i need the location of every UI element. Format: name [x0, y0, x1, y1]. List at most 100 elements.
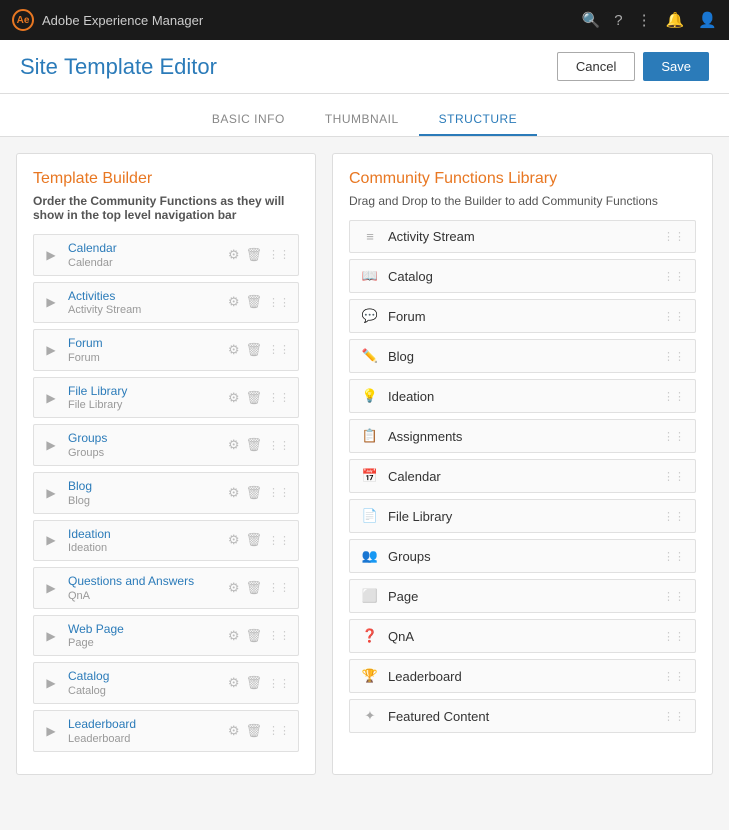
library-items-list: ≡ Activity Stream ⋮⋮ 📖 Catalog ⋮⋮ 💬 Foru…: [349, 220, 696, 733]
settings-icon[interactable]: ⚙: [228, 532, 240, 548]
library-list-item[interactable]: 📋 Assignments ⋮⋮: [349, 419, 696, 453]
settings-icon[interactable]: ⚙: [228, 342, 240, 358]
delete-icon[interactable]: 🗑: [245, 675, 262, 691]
library-list-item[interactable]: 🏆 Leaderboard ⋮⋮: [349, 659, 696, 693]
lib-drag-handle-icon[interactable]: ⋮⋮: [663, 510, 685, 523]
delete-icon[interactable]: 🗑: [245, 723, 262, 739]
settings-icon[interactable]: ⚙: [228, 485, 240, 501]
drag-handle-icon[interactable]: ⋮⋮: [268, 439, 290, 452]
builder-item-text: Ideation Ideation: [68, 527, 220, 555]
library-list-item[interactable]: ≡ Activity Stream ⋮⋮: [349, 220, 696, 253]
delete-icon[interactable]: 🗑: [245, 437, 262, 453]
apps-icon[interactable]: ⋮: [637, 11, 652, 29]
template-builder-desc: Order the Community Functions as they wi…: [33, 194, 299, 222]
settings-icon[interactable]: ⚙: [228, 437, 240, 453]
delete-icon[interactable]: 🗑: [245, 247, 262, 263]
builder-item-actions: ⚙ 🗑 ⋮⋮: [228, 580, 290, 596]
lib-item-name: Page: [388, 589, 655, 604]
lib-desc: Drag and Drop to the Builder to add Comm…: [349, 194, 696, 208]
lib-drag-handle-icon[interactable]: ⋮⋮: [663, 590, 685, 603]
lib-title: Community Functions Library: [349, 170, 696, 188]
delete-icon[interactable]: 🗑: [245, 580, 262, 596]
settings-icon[interactable]: ⚙: [228, 580, 240, 596]
builder-item-actions: ⚙ 🗑 ⋮⋮: [228, 532, 290, 548]
lib-drag-handle-icon[interactable]: ⋮⋮: [663, 550, 685, 563]
builder-list-item: ▶ Catalog Catalog ⚙ 🗑 ⋮⋮: [33, 662, 299, 704]
tab-structure[interactable]: STRUCTURE: [419, 104, 538, 136]
builder-item-text: Leaderboard Leaderboard: [68, 717, 220, 745]
settings-icon[interactable]: ⚙: [228, 247, 240, 263]
lib-item-icon: ✦: [360, 708, 380, 724]
drag-handle-icon[interactable]: ⋮⋮: [268, 724, 290, 737]
drag-handle-icon[interactable]: ⋮⋮: [268, 534, 290, 547]
lib-drag-handle-icon[interactable]: ⋮⋮: [663, 310, 685, 323]
delete-icon[interactable]: 🗑: [245, 390, 262, 406]
lib-drag-handle-icon[interactable]: ⋮⋮: [663, 270, 685, 283]
drag-handle-icon[interactable]: ⋮⋮: [268, 629, 290, 642]
drag-handle-icon[interactable]: ⋮⋮: [268, 677, 290, 690]
builder-list-item: ▶ Leaderboard Leaderboard ⚙ 🗑 ⋮⋮: [33, 710, 299, 752]
builder-item-sub: Blog: [68, 495, 220, 507]
builder-item-text: Blog Blog: [68, 479, 220, 507]
builder-list-item: ▶ Questions and Answers QnA ⚙ 🗑 ⋮⋮: [33, 567, 299, 609]
settings-icon[interactable]: ⚙: [228, 628, 240, 644]
lib-item-name: Catalog: [388, 269, 655, 284]
builder-list-item: ▶ Groups Groups ⚙ 🗑 ⋮⋮: [33, 424, 299, 466]
user-icon[interactable]: 👤: [698, 11, 717, 29]
lib-drag-handle-icon[interactable]: ⋮⋮: [663, 710, 685, 723]
page-title: Site Template Editor: [20, 54, 217, 80]
library-list-item[interactable]: 📖 Catalog ⋮⋮: [349, 259, 696, 293]
lib-drag-handle-icon[interactable]: ⋮⋮: [663, 630, 685, 643]
lib-drag-handle-icon[interactable]: ⋮⋮: [663, 470, 685, 483]
settings-icon[interactable]: ⚙: [228, 390, 240, 406]
drag-handle-icon[interactable]: ⋮⋮: [268, 343, 290, 356]
drag-handle-icon[interactable]: ⋮⋮: [268, 581, 290, 594]
builder-item-actions: ⚙ 🗑 ⋮⋮: [228, 485, 290, 501]
lib-item-icon: 👥: [360, 548, 380, 564]
library-list-item[interactable]: ✦ Featured Content ⋮⋮: [349, 699, 696, 733]
drag-handle-icon[interactable]: ⋮⋮: [268, 296, 290, 309]
delete-icon[interactable]: 🗑: [245, 342, 262, 358]
library-list-item[interactable]: 👥 Groups ⋮⋮: [349, 539, 696, 573]
library-list-item[interactable]: ❓ QnA ⋮⋮: [349, 619, 696, 653]
builder-item-text: Calendar Calendar: [68, 241, 220, 269]
lib-drag-handle-icon[interactable]: ⋮⋮: [663, 350, 685, 363]
drag-handle-icon[interactable]: ⋮⋮: [268, 391, 290, 404]
builder-item-actions: ⚙ 🗑 ⋮⋮: [228, 390, 290, 406]
settings-icon[interactable]: ⚙: [228, 294, 240, 310]
lib-drag-handle-icon[interactable]: ⋮⋮: [663, 670, 685, 683]
lib-drag-handle-icon[interactable]: ⋮⋮: [663, 430, 685, 443]
library-list-item[interactable]: 📄 File Library ⋮⋮: [349, 499, 696, 533]
lib-drag-handle-icon[interactable]: ⋮⋮: [663, 390, 685, 403]
template-builder-title: Template Builder: [33, 170, 299, 188]
help-icon[interactable]: ?: [614, 12, 622, 29]
search-icon[interactable]: 🔍: [582, 11, 601, 29]
library-list-item[interactable]: ⬜ Page ⋮⋮: [349, 579, 696, 613]
settings-icon[interactable]: ⚙: [228, 675, 240, 691]
tab-basic-info[interactable]: BASIC INFO: [192, 104, 305, 136]
library-list-item[interactable]: ✏️ Blog ⋮⋮: [349, 339, 696, 373]
builder-item-name: Ideation: [68, 527, 220, 543]
delete-icon[interactable]: 🗑: [245, 628, 262, 644]
library-list-item[interactable]: 💡 Ideation ⋮⋮: [349, 379, 696, 413]
delete-icon[interactable]: 🗑: [245, 532, 262, 548]
drag-handle-icon[interactable]: ⋮⋮: [268, 486, 290, 499]
delete-icon[interactable]: 🗑: [245, 485, 262, 501]
delete-icon[interactable]: 🗑: [245, 294, 262, 310]
lib-drag-handle-icon[interactable]: ⋮⋮: [663, 230, 685, 243]
library-list-item[interactable]: 💬 Forum ⋮⋮: [349, 299, 696, 333]
lib-item-icon: 💬: [360, 308, 380, 324]
library-list-item[interactable]: 📅 Calendar ⋮⋮: [349, 459, 696, 493]
lib-item-name: Calendar: [388, 469, 655, 484]
settings-icon[interactable]: ⚙: [228, 723, 240, 739]
tab-thumbnail[interactable]: THUMBNAIL: [305, 104, 419, 136]
cancel-button[interactable]: Cancel: [557, 52, 635, 81]
builder-list-item: ▶ Blog Blog ⚙ 🗑 ⋮⋮: [33, 472, 299, 514]
lib-item-name: File Library: [388, 509, 655, 524]
builder-item-text: Questions and Answers QnA: [68, 574, 220, 602]
bell-icon[interactable]: 🔔: [666, 11, 685, 29]
drag-handle-icon[interactable]: ⋮⋮: [268, 248, 290, 261]
lib-item-icon: 📄: [360, 508, 380, 524]
builder-item-name: File Library: [68, 384, 220, 400]
save-button[interactable]: Save: [643, 52, 709, 81]
